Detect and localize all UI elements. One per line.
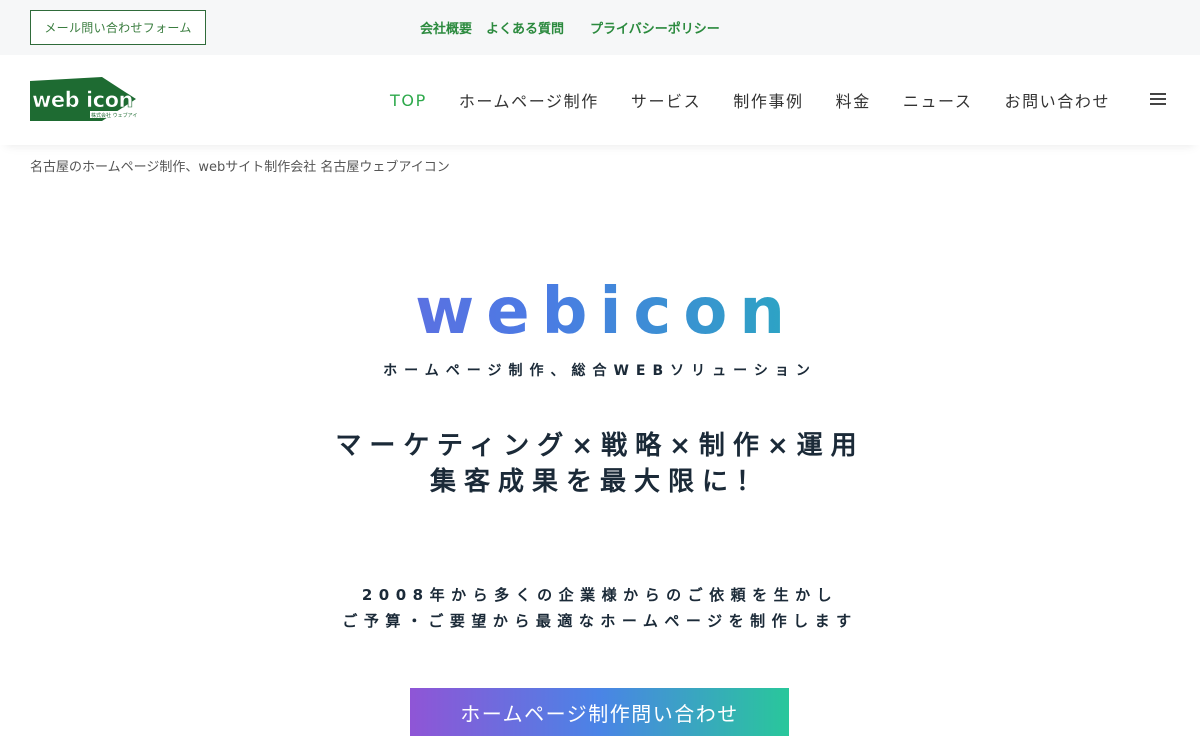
webicon-logo-icon: web icon 株式会社 ウェブアイコン	[30, 77, 147, 121]
nav-item-news[interactable]: ニュース	[903, 88, 973, 112]
nav-item-works[interactable]: 制作事例	[733, 88, 803, 112]
hero-logo: webicon	[0, 272, 1200, 352]
hero-headline-line1: マーケティング×戦略×制作×運用	[335, 431, 865, 461]
homepage-inquiry-button[interactable]: ホームページ制作問い合わせ	[410, 688, 789, 736]
nav-item-services[interactable]: サービス	[631, 88, 701, 112]
nav-item-homepage-production[interactable]: ホームページ制作	[459, 88, 599, 112]
breadcrumb: 名古屋のホームページ制作、webサイト制作会社 名古屋ウェブアイコン	[30, 160, 450, 175]
hero-subtitle: ホームページ制作、総合WEBソリューション	[383, 363, 817, 379]
site-header: web icon 株式会社 ウェブアイコン TOP ホームページ制作 サービス …	[0, 55, 1200, 145]
svg-text:web icon: web icon	[32, 88, 133, 112]
site-logo[interactable]: web icon 株式会社 ウェブアイコン	[30, 77, 147, 123]
main-nav: TOP ホームページ制作 サービス 制作事例 料金 ニュース お問い合わせ	[390, 88, 1110, 112]
hero-description-line2: ご予算・ご要望から最適なホームページを制作します	[342, 612, 858, 630]
link-company-overview[interactable]: 会社概要	[420, 18, 472, 37]
nav-item-contact[interactable]: お問い合わせ	[1004, 88, 1110, 112]
hero-headline-line2: 集客成果を最大限に！	[429, 467, 770, 497]
link-privacy-policy[interactable]: プライバシーポリシー	[590, 18, 720, 37]
nav-item-pricing[interactable]: 料金	[836, 88, 871, 112]
link-faq[interactable]: よくある質問	[486, 18, 564, 37]
utility-links: 会社概要 よくある質問 プライバシーポリシー	[420, 17, 720, 37]
hero-headline: マーケティング×戦略×制作×運用 集客成果を最大限に！	[0, 428, 1200, 500]
hamburger-icon[interactable]	[1150, 93, 1166, 105]
nav-item-top[interactable]: TOP	[390, 91, 427, 110]
svg-text:株式会社 ウェブアイコン: 株式会社 ウェブアイコン	[91, 112, 138, 119]
utility-bar: メール問い合わせフォーム 会社概要 よくある質問 プライバシーポリシー	[0, 0, 1200, 55]
hero-description: 2008年から多くの企業様からのご依頼を生かし ご予算・ご要望から最適なホームペ…	[0, 582, 1200, 634]
mail-contact-button[interactable]: メール問い合わせフォーム	[30, 10, 206, 45]
hero-description-line1: 2008年から多くの企業様からのご依頼を生かし	[361, 586, 839, 604]
